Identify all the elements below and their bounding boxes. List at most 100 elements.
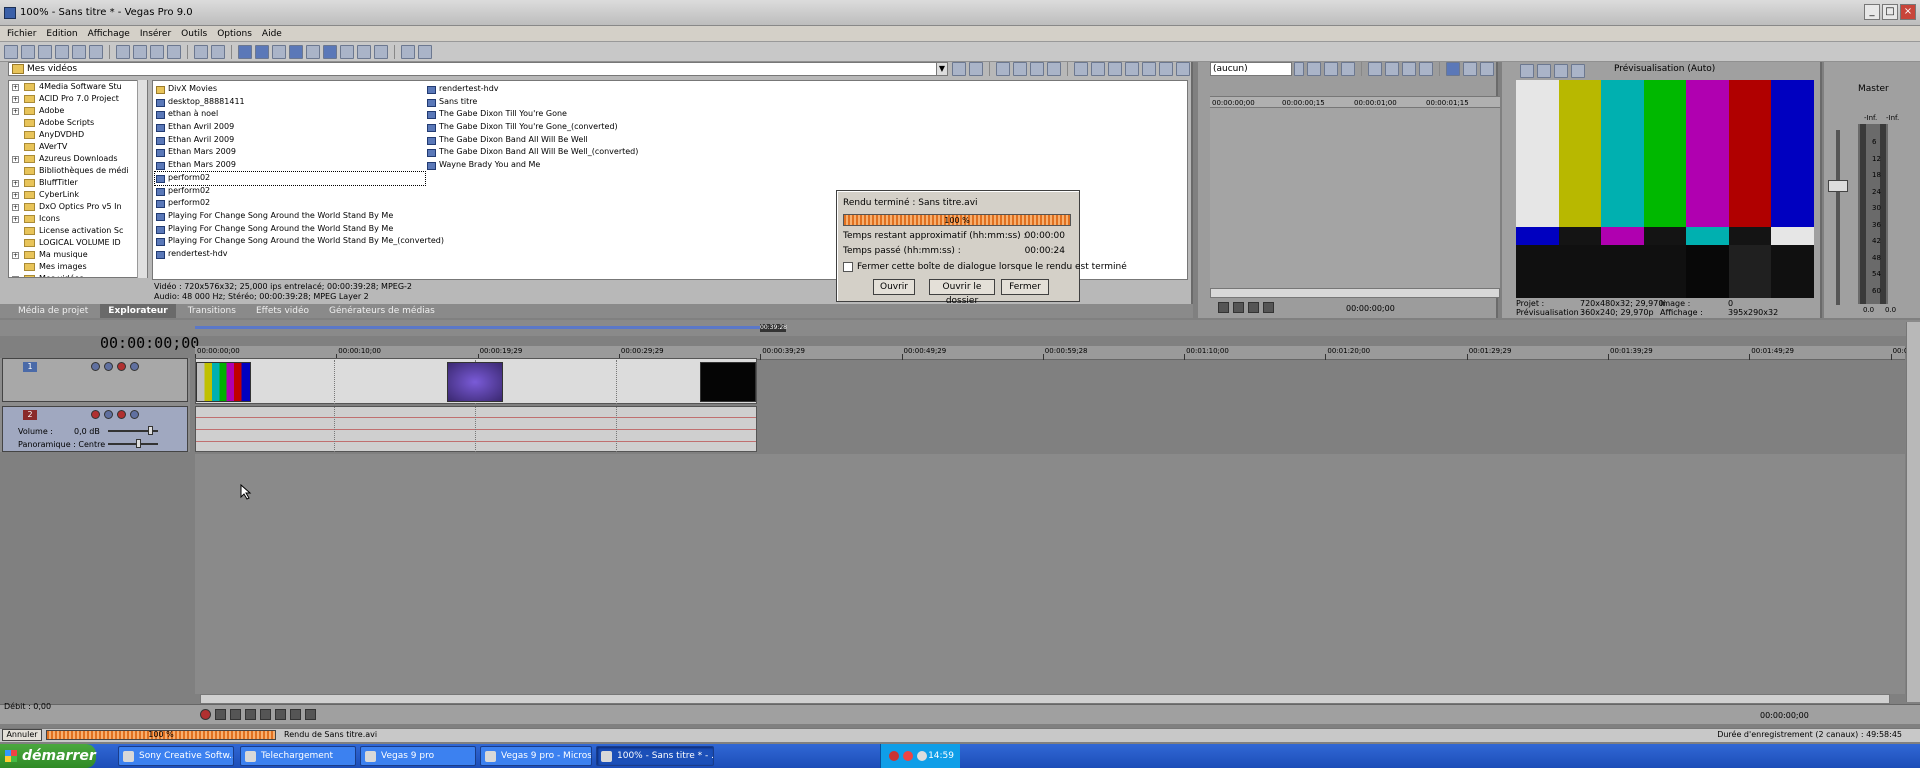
file-list-item[interactable]: Ethan Mars 2009	[155, 146, 425, 159]
expand-icon[interactable]: +	[12, 276, 19, 277]
snapshot-icon[interactable]	[1385, 62, 1399, 76]
tree-folder-item[interactable]: Adobe Scripts	[9, 117, 147, 129]
delete-icon[interactable]	[1030, 62, 1044, 76]
save-icon[interactable]	[1368, 62, 1382, 76]
properties-icon[interactable]	[89, 44, 103, 59]
file-list-item[interactable]: rendertest-hdv	[155, 248, 425, 261]
tab-transitions[interactable]: Transitions	[180, 304, 244, 318]
tree-folder-item[interactable]: Bibliothèques de médi	[9, 165, 147, 177]
expand-icon[interactable]: +	[12, 216, 19, 223]
expand-icon[interactable]: +	[12, 96, 19, 103]
file-list-item[interactable]: Playing For Change Song Around the World…	[155, 223, 425, 236]
close-on-complete-checkbox[interactable]	[843, 262, 853, 272]
preview-quality-select[interactable]: Prévisualisation (Auto)	[1614, 64, 1715, 74]
fx-icon[interactable]	[117, 410, 126, 419]
tray-antivirus-icon[interactable]	[903, 751, 913, 761]
close-button[interactable]: ×	[1900, 4, 1916, 20]
search-icon[interactable]	[1159, 62, 1173, 76]
properties-icon[interactable]	[1307, 62, 1321, 76]
pause-icon[interactable]	[1248, 302, 1259, 313]
taskbar-task[interactable]: Telechargement	[240, 746, 356, 766]
file-list-item[interactable]: The Gabe Dixon Band All Will Be Well_(co…	[426, 146, 826, 159]
play-icon[interactable]	[245, 709, 256, 720]
file-list-item[interactable]: ethan à noel	[155, 108, 425, 121]
expand-icon[interactable]: +	[12, 156, 19, 163]
selection-tool-icon[interactable]	[357, 44, 371, 59]
new-folder-icon[interactable]	[1047, 62, 1061, 76]
record-arm-icon[interactable]	[91, 410, 100, 419]
clip-thumbnail-black[interactable]	[700, 362, 756, 402]
paste-icon[interactable]	[150, 44, 164, 59]
stop-preview-icon[interactable]	[1091, 62, 1105, 76]
copy-icon[interactable]	[133, 44, 147, 59]
menu-affichage[interactable]: Affichage	[83, 29, 135, 39]
file-list-item[interactable]: Playing For Change Song Around the World…	[155, 235, 444, 248]
expand-icon[interactable]: +	[12, 84, 19, 91]
maximize-button[interactable]: □	[1882, 4, 1898, 20]
track-header-video-1[interactable]: 1	[2, 358, 188, 402]
trimmer-ruler[interactable]: 00:00:00;00 00:00:00;15 00:00:01;00 00:0…	[1210, 96, 1500, 108]
menu-outils[interactable]: Outils	[176, 29, 212, 39]
refresh-icon[interactable]	[969, 62, 983, 76]
automation-icon[interactable]	[104, 410, 113, 419]
file-list-item[interactable]: desktop_88881411	[155, 96, 425, 109]
volume-slider-knob[interactable]	[148, 426, 153, 435]
tree-folder-item[interactable]: License activation Sc	[9, 225, 147, 237]
fx-icon[interactable]	[1554, 64, 1568, 78]
envelope-tool-icon[interactable]	[340, 44, 354, 59]
expand-icon[interactable]: +	[12, 204, 19, 211]
motion-icon[interactable]	[104, 362, 113, 371]
add-before-icon[interactable]	[1419, 62, 1433, 76]
tree-folder-item[interactable]: + CyberLink	[9, 189, 147, 201]
clip-thumbnail-colorbars[interactable]	[196, 362, 251, 402]
start-preview-icon[interactable]	[1074, 62, 1088, 76]
pan-slider-knob[interactable]	[136, 439, 141, 448]
tree-folder-item[interactable]: + Icons	[9, 213, 147, 225]
tree-folder-item[interactable]: + ACID Pro 7.0 Project	[9, 93, 147, 105]
file-list-item[interactable]: rendertest-hdv	[426, 83, 826, 96]
loop-region-bar[interactable]	[195, 326, 785, 329]
tab-effets-vidéo[interactable]: Effets vidéo	[248, 304, 317, 318]
pause-icon[interactable]	[260, 709, 271, 720]
stop-icon[interactable]	[275, 709, 286, 720]
redo-icon[interactable]	[211, 44, 225, 59]
expand-icon[interactable]: +	[12, 192, 19, 199]
trimmer-scrollbar[interactable]	[1210, 288, 1500, 298]
fx-icon[interactable]	[1324, 62, 1338, 76]
tab-générateurs-de-médias[interactable]: Générateurs de médias	[321, 304, 443, 318]
trimmer-media-select[interactable]: (aucun)	[1210, 62, 1292, 76]
menu-options[interactable]: Options	[212, 29, 257, 39]
go-to-end-icon[interactable]	[305, 709, 316, 720]
file-list-item[interactable]: perform02	[155, 197, 425, 210]
tree-folder-item[interactable]: + Ma musique	[9, 249, 147, 261]
mute-icon[interactable]	[130, 410, 139, 419]
cancel-render-button[interactable]: Annuler	[2, 729, 42, 741]
delete-icon[interactable]	[1341, 62, 1355, 76]
start-button[interactable]: démarrer	[0, 744, 96, 768]
render-icon[interactable]	[72, 44, 86, 59]
tree-folder-item[interactable]: AVerTV	[9, 141, 147, 153]
auto-crossfade-icon[interactable]	[289, 44, 303, 59]
tree-folder-item[interactable]: Mes images	[9, 261, 147, 273]
file-list-item[interactable]: Ethan Mars 2009	[155, 159, 425, 172]
view-audio-icon[interactable]	[1463, 62, 1477, 76]
loop-icon[interactable]	[215, 709, 226, 720]
explorer-path-combo[interactable]: Mes vidéos	[8, 62, 948, 76]
new-icon[interactable]	[4, 44, 18, 59]
expand-icon[interactable]: +	[12, 108, 19, 115]
master-fader-knob[interactable]	[1828, 180, 1848, 192]
zoom-tool-icon[interactable]	[374, 44, 388, 59]
get-media-icon[interactable]	[1125, 62, 1139, 76]
view-video-icon[interactable]	[1446, 62, 1460, 76]
taskbar-task[interactable]: Sony Creative Softw...	[118, 746, 234, 766]
snapping-icon[interactable]	[272, 44, 286, 59]
timeline-vertical-scrollbar[interactable]	[1906, 322, 1920, 702]
preview-properties-icon[interactable]	[1520, 64, 1534, 78]
stop-icon[interactable]	[1263, 302, 1274, 313]
timeline-empty-area[interactable]	[195, 454, 1905, 694]
mute-icon[interactable]	[130, 362, 139, 371]
whats-this-icon[interactable]	[418, 44, 432, 59]
tab-explorateur[interactable]: Explorateur	[100, 304, 176, 318]
tree-folder-item[interactable]: + DxO Optics Pro v5 In	[9, 201, 147, 213]
view-both-icon[interactable]	[1480, 62, 1494, 76]
